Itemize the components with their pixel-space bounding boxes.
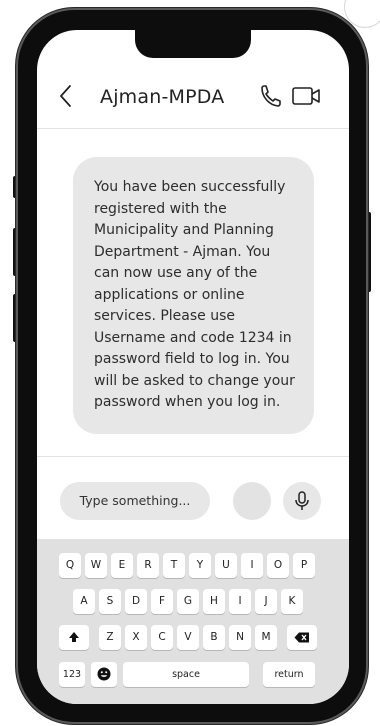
notch (135, 30, 251, 58)
video-camera-icon[interactable] (291, 85, 323, 107)
microphone-icon (295, 491, 309, 510)
key-t[interactable]: T (163, 553, 185, 578)
key-f[interactable]: F (151, 589, 173, 614)
attachment-button[interactable] (233, 482, 271, 520)
key-d[interactable]: D (125, 589, 147, 614)
key-y[interactable]: Y (189, 553, 211, 578)
key-g[interactable]: G (177, 589, 199, 614)
key-p[interactable]: P (293, 553, 315, 578)
key-i[interactable]: I (241, 553, 263, 578)
composer-divider (37, 456, 349, 457)
delete-key[interactable] (287, 625, 317, 650)
keyboard: Q W E R T Y U I O P A S D F G H I J K Z (37, 539, 349, 704)
key-o[interactable]: O (267, 553, 289, 578)
message-bubble: You have been successfully registered wi… (73, 157, 314, 434)
key-s[interactable]: S (99, 589, 121, 614)
emoji-key[interactable] (91, 662, 117, 687)
space-key[interactable]: space (123, 662, 249, 687)
key-w[interactable]: W (85, 553, 107, 578)
keyboard-row-3: Z X C V B N M (37, 625, 349, 650)
backspace-icon (294, 632, 309, 642)
contact-name: Ajman-MPDA (100, 86, 225, 108)
keyboard-row-2: A S D F G H I J K (37, 589, 349, 614)
phone-screen: Ajman-MPDA You have been successfully re… (37, 30, 349, 704)
key-k[interactable]: K (281, 589, 303, 614)
header-divider (37, 128, 349, 129)
key-x[interactable]: X (125, 625, 147, 650)
chat-header: Ajman-MPDA (37, 70, 349, 128)
key-z[interactable]: Z (99, 625, 121, 650)
key-e[interactable]: E (111, 553, 133, 578)
key-m[interactable]: M (255, 625, 277, 650)
numbers-key[interactable]: 123 (59, 662, 85, 687)
key-i-2[interactable]: I (229, 589, 251, 614)
key-v[interactable]: V (177, 625, 199, 650)
keyboard-row-1: Q W E R T Y U I O P (37, 553, 349, 578)
key-n[interactable]: N (229, 625, 251, 650)
emoji-icon (97, 667, 111, 681)
phone-icon[interactable] (259, 83, 283, 109)
keyboard-row-4: 123 space return (37, 662, 349, 687)
key-c[interactable]: C (151, 625, 173, 650)
shift-key[interactable] (59, 625, 89, 650)
key-h[interactable]: H (203, 589, 225, 614)
key-j[interactable]: J (255, 589, 277, 614)
message-input[interactable]: Type something... (60, 482, 210, 520)
key-b[interactable]: B (203, 625, 225, 650)
key-a[interactable]: A (73, 589, 95, 614)
microphone-button[interactable] (283, 482, 321, 520)
chevron-left-icon[interactable] (55, 82, 79, 110)
key-r[interactable]: R (137, 553, 159, 578)
return-key[interactable]: return (263, 662, 315, 687)
key-q[interactable]: Q (59, 553, 81, 578)
key-u[interactable]: U (215, 553, 237, 578)
shift-arrow-icon (69, 632, 79, 642)
